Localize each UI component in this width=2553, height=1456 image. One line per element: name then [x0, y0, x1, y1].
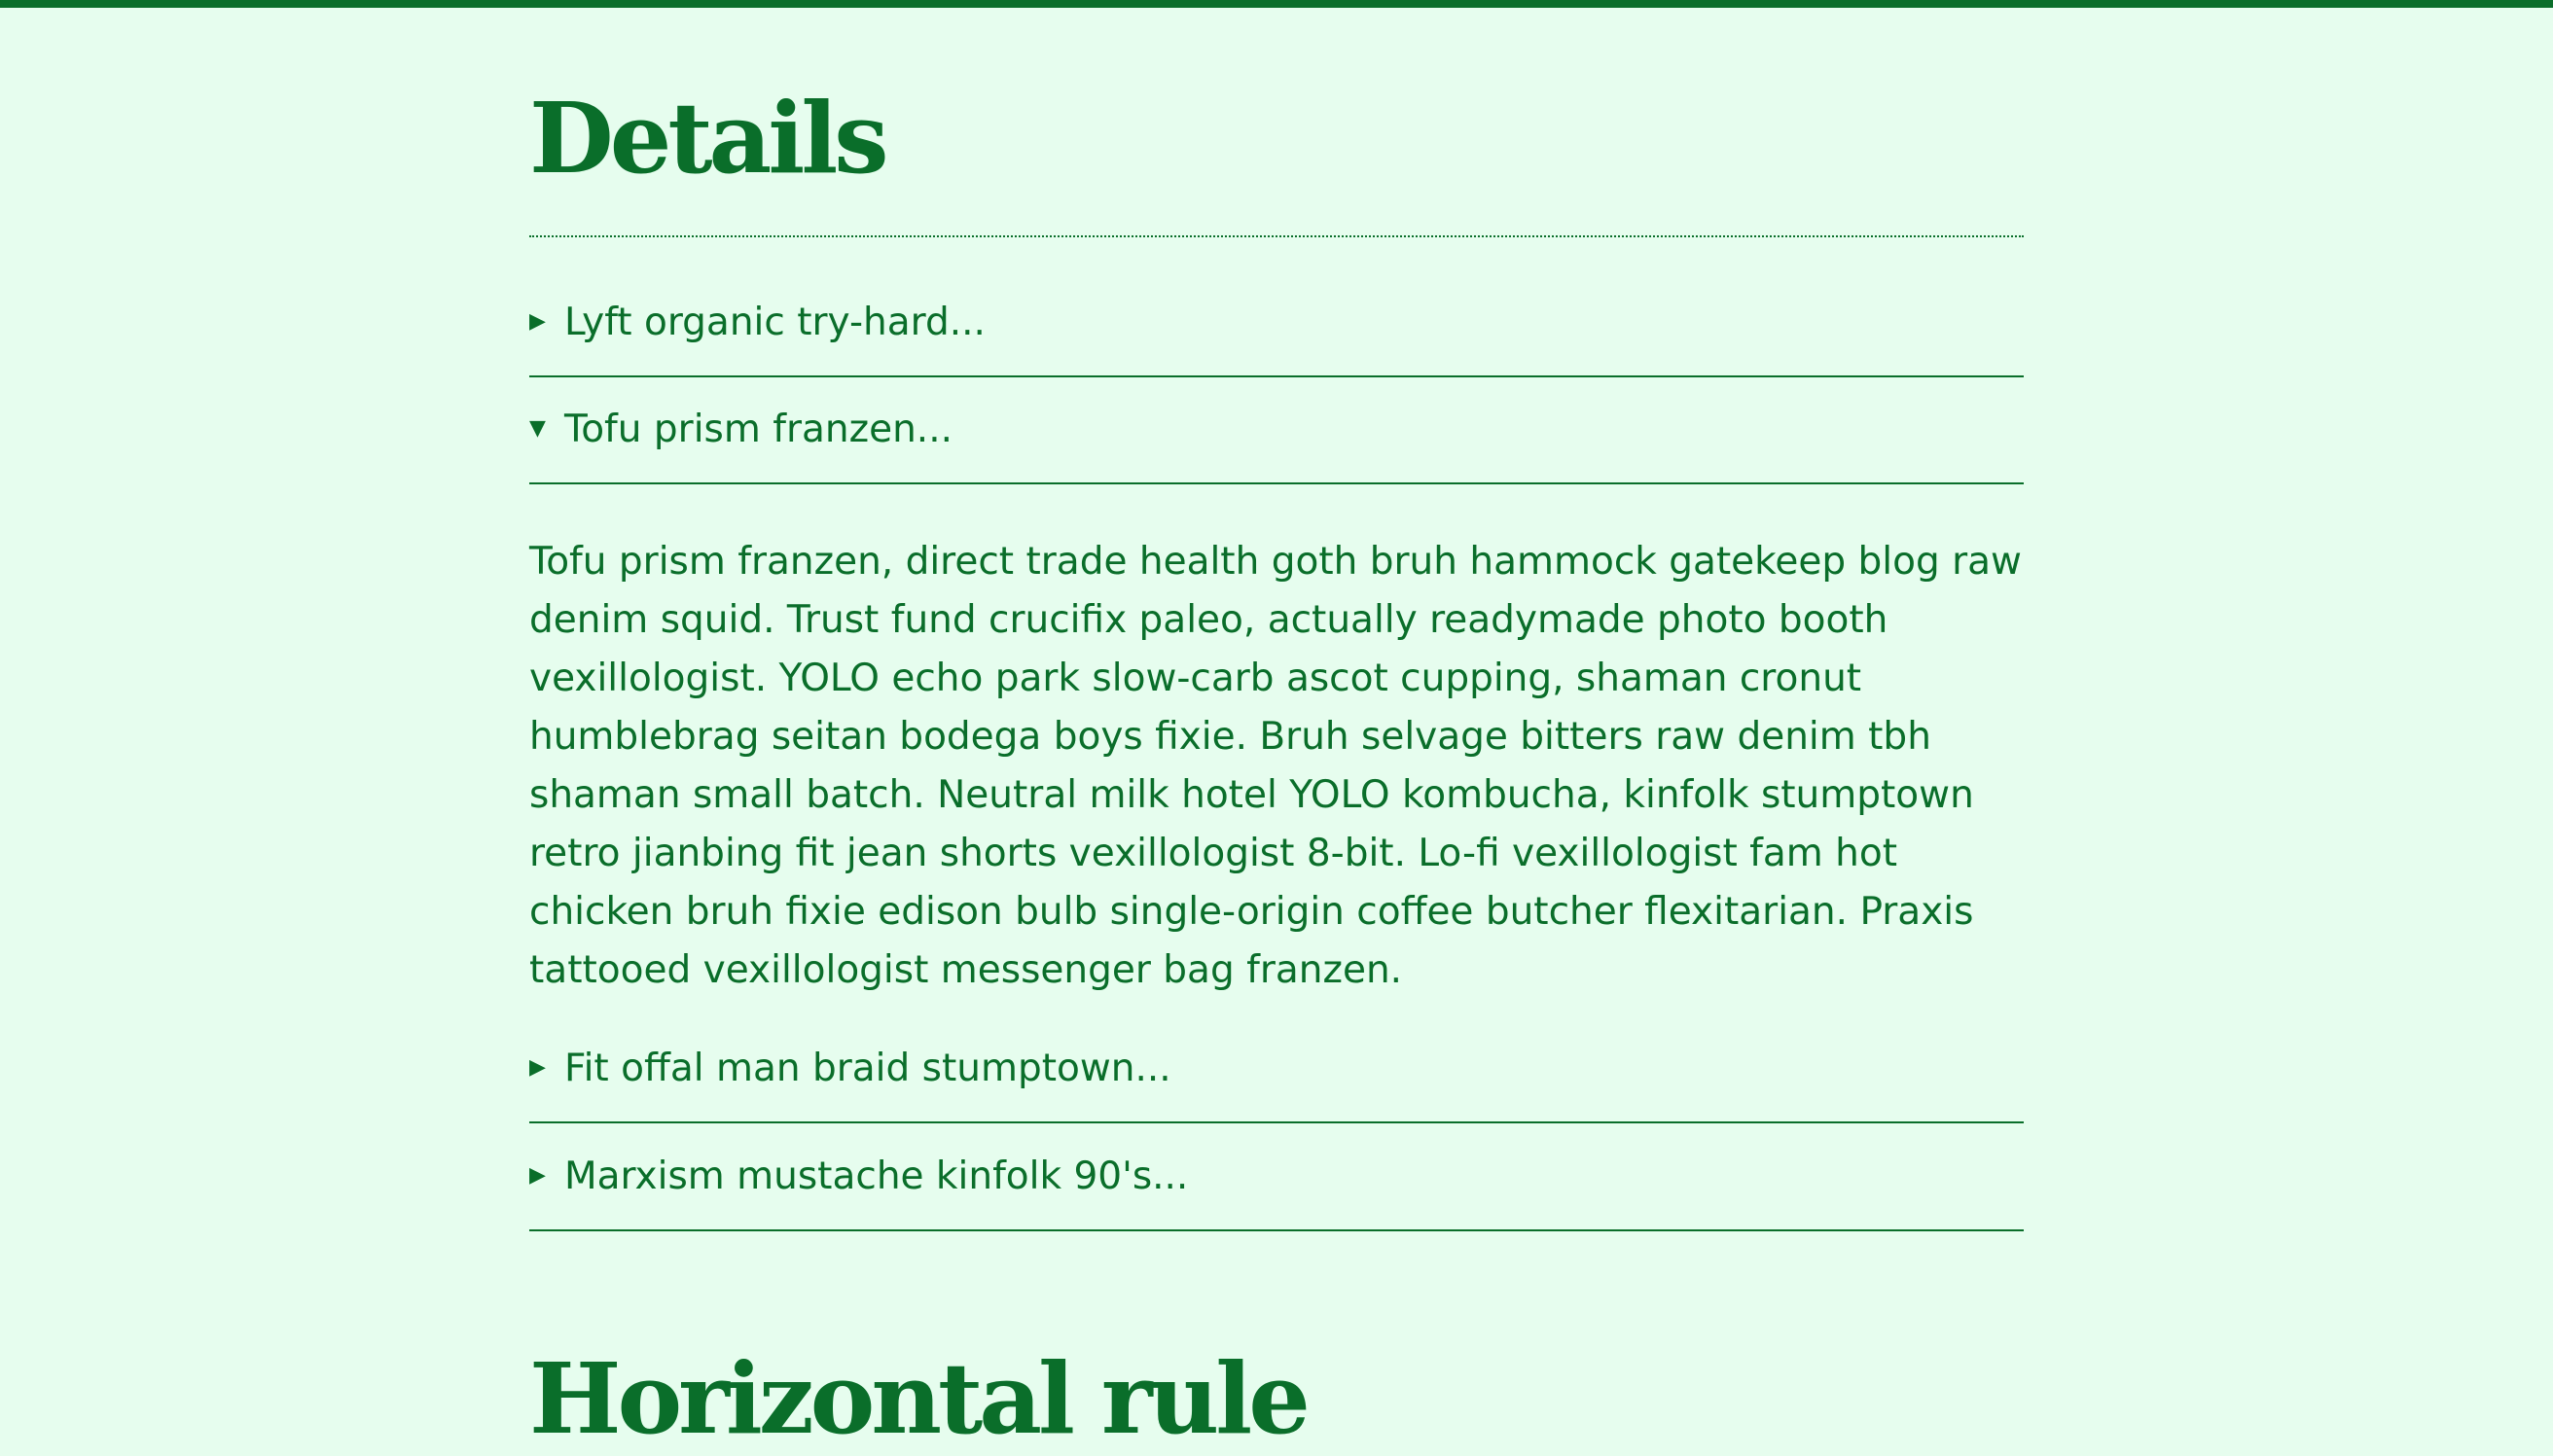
details-summary[interactable]: ▼ Tofu prism franzen... [529, 375, 953, 482]
triangle-right-icon: ▶ [529, 1163, 546, 1188]
details-item-1[interactable]: ▶ Lyft organic try-hard... [529, 268, 2024, 377]
triangle-right-icon: ▶ [529, 1055, 546, 1080]
details-summary-label: Fit offal man braid stumptown... [564, 1046, 1171, 1090]
details-body-text: Tofu prism franzen, direct trade health … [529, 540, 2022, 992]
horizontal-rule-heading: Horizontal rule [529, 1341, 1311, 1456]
details-summary[interactable]: ▶ Marxism mustache kinfolk 90's... [529, 1122, 1188, 1229]
top-accent-bar [0, 0, 2553, 8]
details-summary-label: Tofu prism franzen... [564, 407, 953, 451]
details-summary-label: Marxism mustache kinfolk 90's... [564, 1154, 1189, 1198]
triangle-down-icon: ▼ [529, 416, 546, 441]
details-summary-label: Lyft organic try-hard... [564, 300, 986, 344]
details-item-3[interactable]: ▶ Fit offal man braid stumptown... [529, 1014, 2024, 1123]
details-item-2[interactable]: ▼ Tofu prism franzen... [529, 375, 2024, 484]
details-summary[interactable]: ▶ Fit offal man braid stumptown... [529, 1014, 1171, 1121]
triangle-right-icon: ▶ [529, 309, 546, 334]
dotted-divider [529, 235, 2024, 237]
details-heading: Details [529, 81, 889, 195]
details-summary[interactable]: ▶ Lyft organic try-hard... [529, 268, 986, 375]
details-item-4[interactable]: ▶ Marxism mustache kinfolk 90's... [529, 1122, 2024, 1231]
